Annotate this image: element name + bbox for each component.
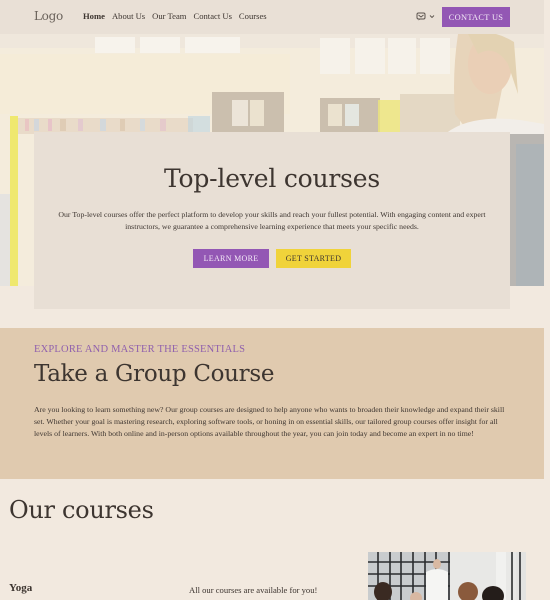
course-item-yoga[interactable]: Yoga: [9, 582, 32, 594]
page-edge: [544, 0, 550, 600]
group-eyebrow: EXPLORE AND MASTER THE ESSENTIALS: [34, 344, 246, 355]
course-photo: [368, 552, 526, 600]
nav-home[interactable]: Home: [83, 11, 105, 21]
language-icon: [416, 12, 426, 21]
site-header: Logo Home About Us Our Team Contact Us C…: [0, 0, 544, 34]
logo[interactable]: Logo: [34, 9, 63, 23]
courses-note: All our courses are available for you!: [189, 585, 318, 595]
nav-courses[interactable]: Courses: [239, 11, 267, 21]
chevron-down-icon: [429, 15, 435, 19]
main-nav: Home About Us Our Team Contact Us Course…: [83, 11, 267, 21]
get-started-button[interactable]: GET STARTED: [276, 249, 351, 268]
group-description: Are you looking to learn something new? …: [34, 405, 505, 438]
group-title: Take a Group Course: [34, 361, 275, 387]
nav-our-team[interactable]: Our Team: [152, 11, 186, 21]
hero-title: Top-level courses: [163, 164, 381, 193]
courses-title: Our courses: [9, 496, 154, 524]
hero-description: Our Top-level courses offer the perfect …: [58, 210, 486, 231]
language-selector[interactable]: [416, 12, 435, 21]
classroom-image: [368, 552, 526, 600]
nav-contact-us[interactable]: Contact Us: [193, 11, 231, 21]
learn-more-button[interactable]: LEARN MORE: [193, 249, 269, 268]
contact-us-button[interactable]: CONTACT US: [442, 7, 510, 27]
nav-about-us[interactable]: About Us: [112, 11, 145, 21]
